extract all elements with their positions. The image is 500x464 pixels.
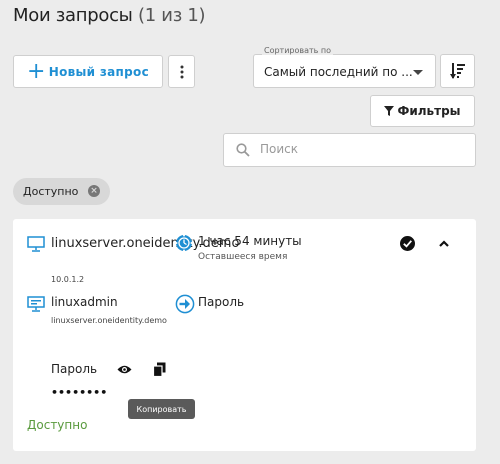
search-input[interactable] (260, 142, 460, 156)
password-masked: •••••••• (51, 386, 108, 399)
page-title-text: Мои запросы (13, 5, 133, 26)
more-vertical-icon (180, 65, 183, 78)
search-box[interactable] (223, 133, 476, 167)
monitor-icon (27, 236, 45, 252)
password-label: Пароль (51, 362, 98, 376)
eye-icon[interactable] (117, 364, 132, 375)
new-request-label: Новый запрос (48, 64, 149, 79)
filter-icon (384, 106, 395, 116)
host-ip: 10.0.1.2 (51, 275, 85, 284)
account-name: linuxadmin (51, 295, 118, 309)
sort-descending-icon (449, 63, 465, 79)
filters-label: Фильтры (397, 104, 461, 118)
filters-button[interactable]: Фильтры (370, 95, 475, 127)
sort-value: Самый последний по ... (264, 65, 413, 79)
copy-tooltip: Копировать (128, 399, 195, 419)
account-host: linuxserver.oneidentity.demo (51, 316, 167, 325)
access-type: Пароль (198, 295, 245, 309)
request-count: (1 из 1) (138, 5, 206, 26)
account-monitor-icon (27, 296, 45, 312)
host-name: linuxserver.oneidentity.demo (51, 236, 240, 251)
sort-direction-button[interactable] (440, 54, 475, 88)
close-icon[interactable]: × (88, 185, 100, 197)
sort-label: Сортировать по (262, 46, 334, 55)
status-text: Доступно (27, 418, 88, 432)
chevron-down-icon (413, 70, 423, 75)
request-card: linuxserver.oneidentity.demo 10.0.1.2 1 … (13, 219, 476, 451)
filter-chip-available: Доступно × (13, 178, 110, 205)
more-options-button[interactable] (168, 55, 195, 88)
time-remaining: 1 час 54 минуты (198, 234, 302, 248)
search-icon (236, 143, 250, 157)
time-remaining-label: Оставшееся время (198, 252, 288, 262)
page-title: Мои запросы (1 из 1) (13, 5, 206, 26)
check-circle-icon (400, 236, 415, 251)
filter-chip-label: Доступно (23, 185, 79, 198)
new-request-button[interactable]: + Новый запрос (13, 55, 163, 88)
chevron-up-icon[interactable] (439, 240, 449, 247)
sign-in-arrow-icon (175, 294, 195, 314)
timer-icon (175, 234, 193, 252)
copy-icon[interactable] (153, 362, 166, 377)
sort-select[interactable]: Самый последний по ... (253, 54, 436, 88)
plus-icon: + (27, 58, 46, 84)
